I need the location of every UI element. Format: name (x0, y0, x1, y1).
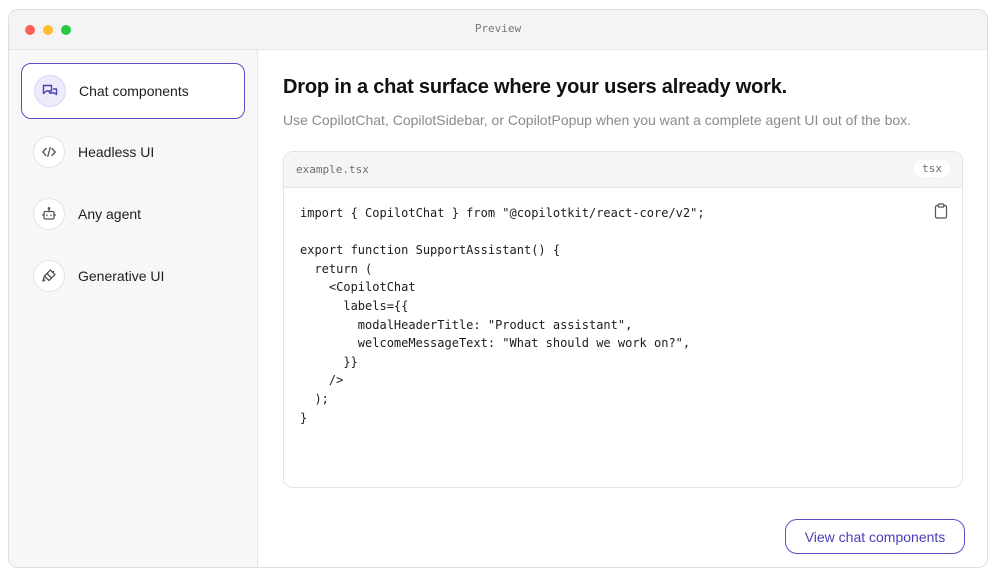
code-block: example.tsx tsx import { CopilotChat } f… (283, 151, 963, 488)
preview-window: Preview Chat components Headless UI Any … (8, 9, 988, 568)
page-description: Use CopilotChat, CopilotSidebar, or Copi… (283, 112, 912, 128)
sidebar-item-any-agent[interactable]: Any agent (21, 187, 245, 243)
copy-code-button[interactable] (932, 202, 950, 220)
code-file-name: example.tsx (296, 163, 369, 176)
sidebar-item-label: Generative UI (78, 268, 165, 284)
paint-brush-icon (33, 260, 65, 292)
sidebar-item-label: Any agent (78, 206, 142, 222)
clipboard-icon (934, 203, 948, 219)
sidebar-item-generative-ui[interactable]: Generative UI (21, 249, 245, 305)
sidebar: Chat components Headless UI Any agent Ge… (9, 50, 258, 567)
code-language-badge: tsx (914, 160, 950, 177)
code-content: import { CopilotChat } from "@copilotkit… (300, 206, 705, 425)
code-icon (33, 136, 65, 168)
title-bar: Preview (9, 10, 987, 50)
sidebar-item-headless-ui[interactable]: Headless UI (21, 125, 245, 181)
window-title: Preview (474, 22, 522, 35)
chat-bubbles-icon (34, 75, 66, 107)
sidebar-item-label: Chat components (79, 83, 189, 99)
sidebar-item-label: Headless UI (78, 144, 155, 160)
view-chat-components-button[interactable]: View chat components (785, 519, 965, 554)
sidebar-item-chat-components[interactable]: Chat components (21, 63, 245, 119)
main-content: Drop in a chat surface where your users … (258, 50, 987, 567)
code-block-header: example.tsx tsx (284, 152, 962, 188)
page-title: Drop in a chat surface where your users … (283, 76, 788, 98)
robot-icon (33, 198, 65, 230)
